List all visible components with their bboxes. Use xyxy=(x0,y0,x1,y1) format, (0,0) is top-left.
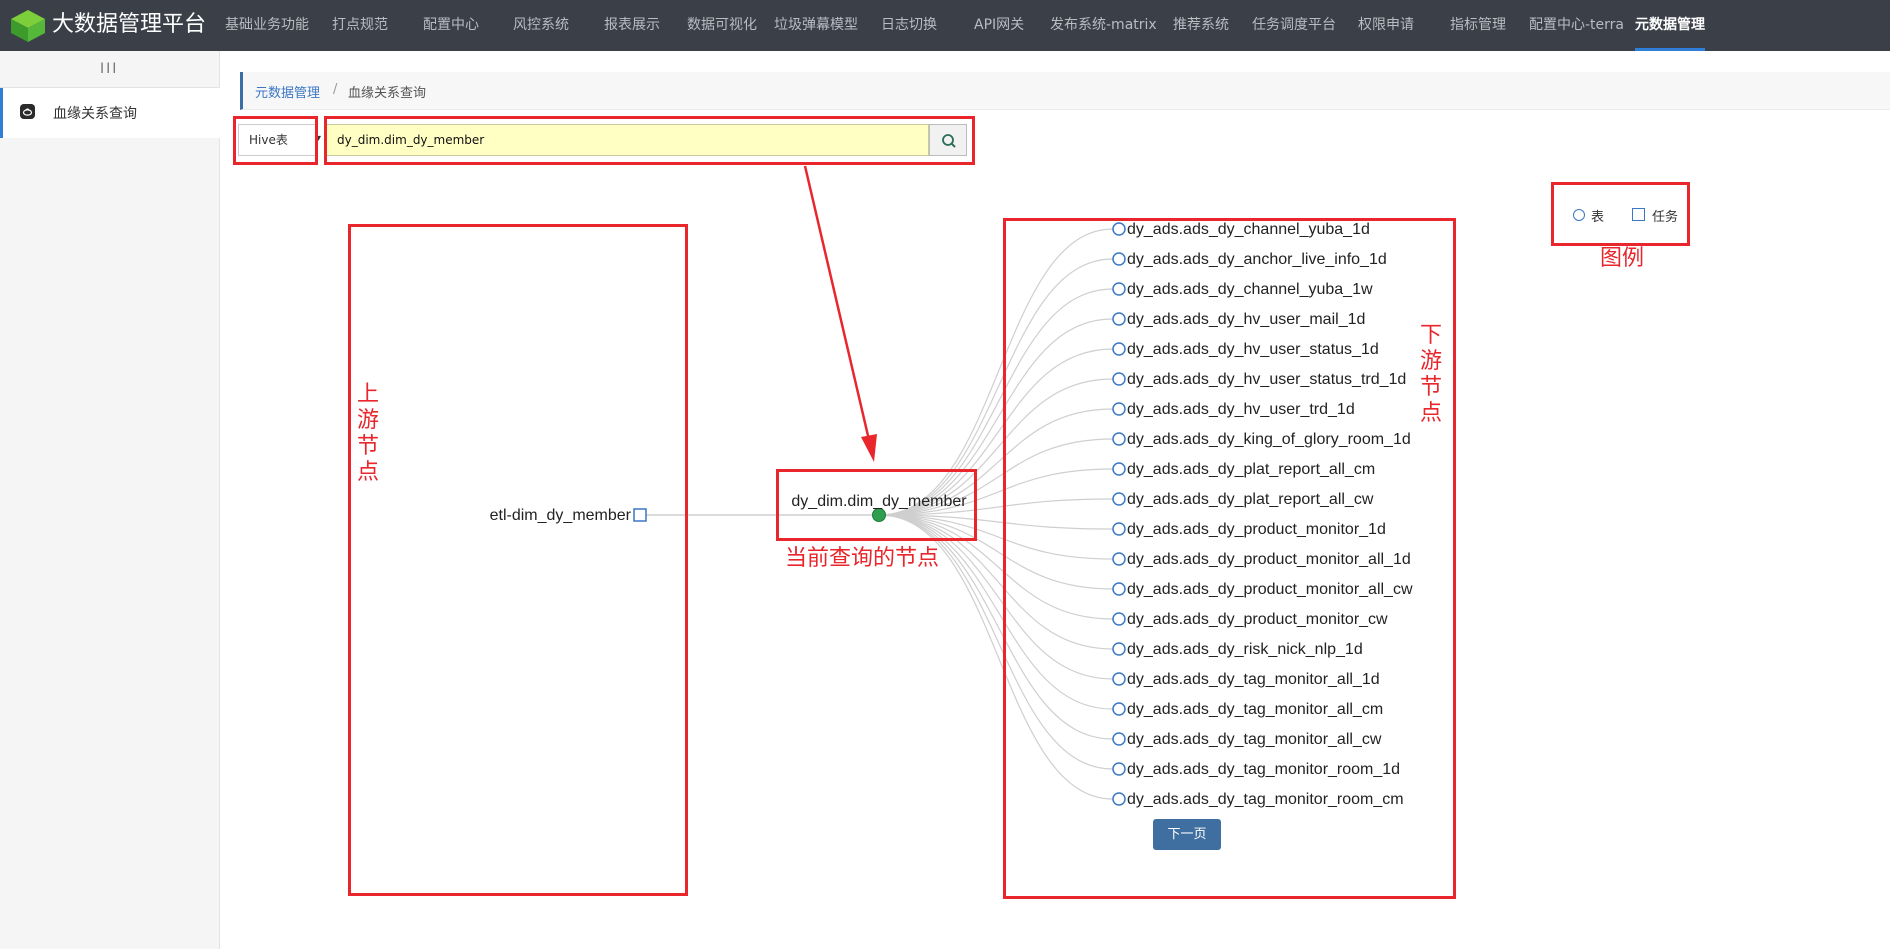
annotation-box-current-node xyxy=(776,469,977,541)
annotation-current-node-label: 当前查询的节点 xyxy=(785,546,940,571)
annotation-box-type-select xyxy=(233,116,318,165)
annotation-upstream-label: 上游节点 xyxy=(357,382,380,485)
annotation-downstream-label: 下游节点 xyxy=(1420,323,1443,426)
annotation-legend-label: 图例 xyxy=(1600,246,1645,271)
annotation-box-legend xyxy=(1551,182,1690,246)
annotation-box-downstream xyxy=(1003,218,1456,899)
annotation-box-search xyxy=(324,116,975,165)
annotation-box-upstream xyxy=(348,224,688,896)
